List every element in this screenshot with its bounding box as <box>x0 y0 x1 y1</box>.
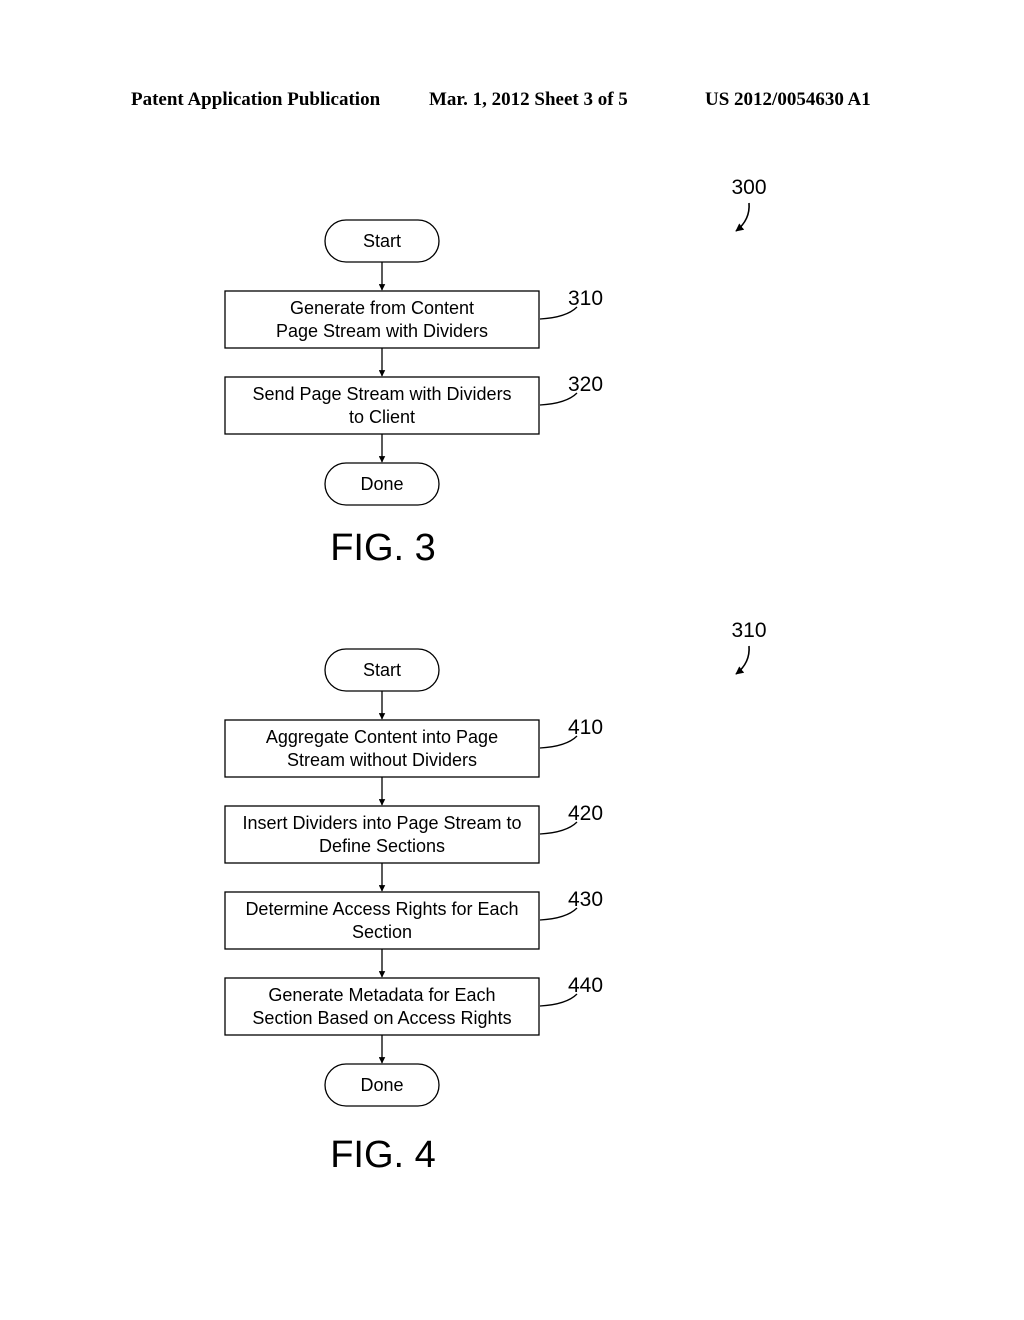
figure-3-ref-label: 300 <box>731 176 766 199</box>
process-step-430: Determine Access Rights for Each Section… <box>224 888 603 950</box>
start-terminal: Start <box>324 219 440 263</box>
done-terminal: Done <box>324 462 440 506</box>
step-text-line: Determine Access Rights for Each <box>245 899 518 919</box>
step-ref-label: 320 <box>568 373 603 396</box>
start-label: Start <box>363 660 401 680</box>
step-text-line: Aggregate Content into Page <box>266 727 498 747</box>
step-text-line: Page Stream with Dividers <box>276 321 488 341</box>
step-ref-label: 440 <box>568 974 603 997</box>
process-step-320: Send Page Stream with Dividers to Client… <box>224 373 603 435</box>
step-text-line: Define Sections <box>319 836 445 856</box>
step-text-line: Section <box>352 922 412 942</box>
ref-arrow-icon <box>735 202 750 232</box>
figure-3: 300 Start Generate from Content Page Str… <box>224 176 767 569</box>
flowchart-canvas: 300 Start Generate from Content Page Str… <box>224 176 767 1176</box>
step-text-line: Generate from Content <box>290 298 474 318</box>
done-terminal: Done <box>324 1063 440 1107</box>
ref-arrow-icon <box>735 645 750 675</box>
figure-3-ref: 300 <box>731 176 767 232</box>
process-step-410: Aggregate Content into Page Stream witho… <box>224 716 603 778</box>
step-text-line: Stream without Dividers <box>287 750 477 770</box>
process-step-310: Generate from Content Page Stream with D… <box>224 287 603 349</box>
step-ref-label: 310 <box>568 287 603 310</box>
step-text-line: Send Page Stream with Dividers <box>252 384 511 404</box>
figure-4-ref-label: 310 <box>731 619 766 642</box>
step-text-line: to Client <box>349 407 415 427</box>
step-ref-label: 420 <box>568 802 603 825</box>
start-terminal: Start <box>324 648 440 692</box>
process-step-440: Generate Metadata for Each Section Based… <box>224 974 603 1036</box>
figure-4-caption: FIG. 4 <box>330 1134 436 1176</box>
figure-4-ref: 310 <box>731 619 767 675</box>
step-ref-label: 410 <box>568 716 603 739</box>
step-ref-label: 430 <box>568 888 603 911</box>
figure-3-caption: FIG. 3 <box>330 527 436 569</box>
step-text-line: Section Based on Access Rights <box>252 1008 511 1028</box>
process-step-420: Insert Dividers into Page Stream to Defi… <box>224 802 603 864</box>
done-label: Done <box>360 474 403 494</box>
done-label: Done <box>360 1075 403 1095</box>
start-label: Start <box>363 231 401 251</box>
step-text-line: Insert Dividers into Page Stream to <box>242 813 521 833</box>
step-text-line: Generate Metadata for Each <box>268 985 495 1005</box>
figure-4: 310 Start Aggregate Content into Page St… <box>224 619 767 1176</box>
